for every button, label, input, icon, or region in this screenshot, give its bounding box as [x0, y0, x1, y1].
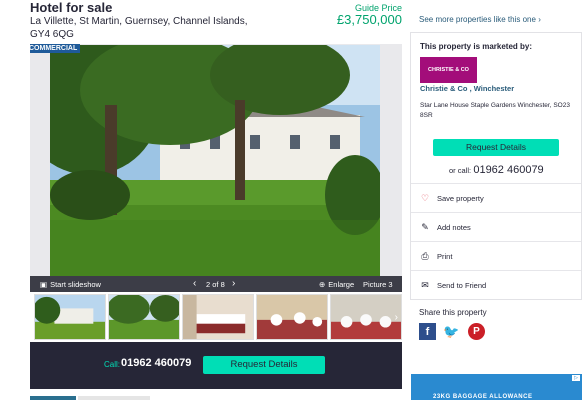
- prev-photo-button[interactable]: ‹: [193, 278, 196, 289]
- contact-bar: Call: 01962 460079 Request Details: [30, 342, 402, 389]
- slideshow-icon: ▣: [40, 280, 48, 289]
- send-to-friend-button[interactable]: ✉ Send to Friend: [411, 270, 581, 299]
- photo-gallery: COMMERCIAL ▣ Start slideshow ‹ 2 of 8 › …: [30, 44, 402, 292]
- request-details-button[interactable]: Request Details: [203, 356, 325, 374]
- main-photo[interactable]: [50, 45, 380, 277]
- sidebar-phone[interactable]: 01962 460079: [473, 164, 543, 176]
- tab[interactable]: [78, 396, 150, 400]
- envelope-icon: ✉: [421, 279, 429, 290]
- see-more-properties-link[interactable]: See more properties like this one ›: [419, 15, 541, 24]
- share-label: Share this property: [419, 308, 487, 317]
- enlarge-button[interactable]: ⊕ Enlarge: [319, 280, 354, 289]
- sidebar-request-details-button[interactable]: Request Details: [433, 139, 559, 156]
- adchoices-icon[interactable]: ▷: [572, 375, 580, 381]
- listing-title: Hotel for sale: [30, 0, 113, 15]
- print-button[interactable]: ⎙ Print: [411, 241, 581, 270]
- agent-logo[interactable]: CHRISTIE & CO: [420, 57, 477, 83]
- save-property-button[interactable]: ♡ Save property: [411, 183, 581, 212]
- agent-name-link[interactable]: Christie & Co , Winchester: [420, 84, 514, 93]
- pinterest-icon[interactable]: P: [468, 323, 485, 340]
- thumbnail[interactable]: [108, 294, 180, 340]
- thumbnail[interactable]: [256, 294, 328, 340]
- agent-card: This property is marketed by: CHRISTIE &…: [410, 32, 582, 300]
- thumbnail-strip: ›: [30, 292, 402, 342]
- start-slideshow-button[interactable]: ▣ Start slideshow: [40, 280, 101, 289]
- zoom-icon: ⊕: [319, 280, 326, 289]
- thumbnail[interactable]: [34, 294, 106, 340]
- pencil-icon: ✎: [421, 221, 429, 232]
- commercial-badge: COMMERCIAL: [30, 44, 81, 53]
- listing-address: La Villette, St Martin, Guernsey, Channe…: [30, 16, 248, 40]
- call-label: Call:: [104, 360, 121, 369]
- heart-icon: ♡: [420, 192, 430, 203]
- or-call: or call: 01962 460079: [449, 164, 544, 176]
- agent-phone[interactable]: 01962 460079: [121, 357, 191, 369]
- advert-banner[interactable]: 23KG BAGGAGE ALLOWANCE ▷: [411, 374, 582, 400]
- thumbnail[interactable]: [182, 294, 254, 340]
- tab-active[interactable]: [30, 396, 76, 400]
- thumbnail[interactable]: [330, 294, 402, 340]
- chevron-right-icon: ›: [538, 15, 541, 24]
- next-photo-button[interactable]: ›: [232, 278, 235, 289]
- add-notes-button[interactable]: ✎ Add notes: [411, 212, 581, 241]
- advert-text: 23KG BAGGAGE ALLOWANCE: [433, 394, 533, 400]
- thumbnails-next-button[interactable]: ›: [395, 312, 398, 323]
- listing-price: £3,750,000: [336, 12, 402, 27]
- gallery-toolbar: ▣ Start slideshow ‹ 2 of 8 › ⊕ Enlarge P…: [30, 276, 402, 292]
- marketed-by-label: This property is marketed by:: [420, 42, 533, 51]
- hotel-garden-image: [50, 45, 380, 277]
- picture-label: Picture 3: [363, 280, 393, 289]
- photo-counter: 2 of 8: [206, 280, 225, 289]
- agent-address: Star Lane House Staple Gardens Wincheste…: [420, 102, 570, 119]
- facebook-icon[interactable]: f: [419, 323, 436, 340]
- twitter-icon[interactable]: 🐦: [443, 323, 460, 340]
- printer-icon: ⎙: [421, 250, 429, 261]
